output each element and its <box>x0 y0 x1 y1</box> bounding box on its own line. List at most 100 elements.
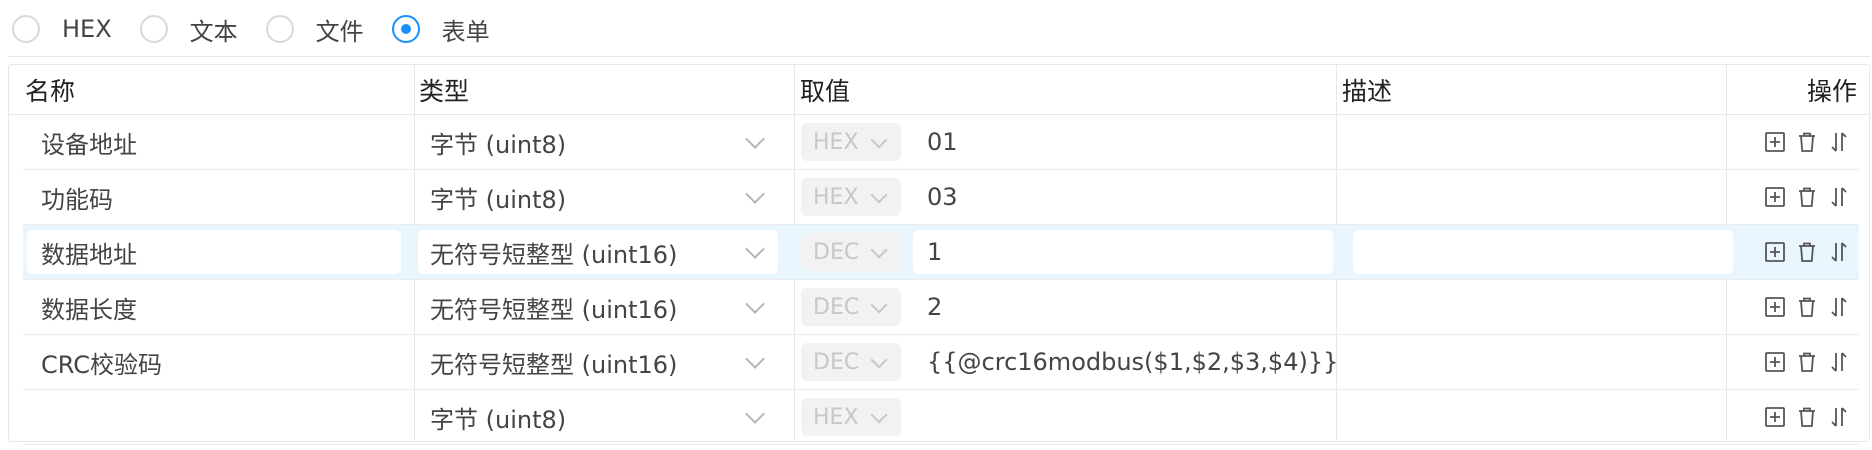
trash-icon[interactable] <box>1795 240 1819 264</box>
chevron-down-icon <box>745 129 765 149</box>
radio-circle-icon[interactable] <box>12 15 40 43</box>
radio-label: 文本 <box>189 17 238 46</box>
table-row: 功能码 字节 (uint8) HEX 03 <box>23 170 1859 225</box>
value-text: 2 <box>927 293 943 321</box>
format-select[interactable]: DEC <box>801 288 901 326</box>
type-value: 字节 (uint8) <box>430 185 567 214</box>
value-input[interactable]: {{@crc16modbus($1,$2,$3,$4)}} <box>913 335 1338 389</box>
row-actions <box>1763 115 1859 169</box>
format-radio-group: HEX 文本 文件 表单 <box>0 0 1872 58</box>
trash-icon[interactable] <box>1795 185 1819 209</box>
name-value: 数据长度 <box>41 295 137 324</box>
format-value: HEX <box>813 129 859 155</box>
sort-icon[interactable] <box>1827 130 1851 154</box>
trash-icon[interactable] <box>1795 350 1819 374</box>
sort-icon[interactable] <box>1827 295 1851 319</box>
radio-text[interactable]: 文本 <box>139 12 238 47</box>
format-value: HEX <box>813 404 859 430</box>
value-input[interactable]: 2 <box>913 280 1333 334</box>
format-value: DEC <box>813 239 860 265</box>
name-value: 设备地址 <box>41 130 137 159</box>
name-input[interactable]: 功能码 <box>27 170 401 224</box>
table-row: CRC校验码 无符号短整型 (uint16) DEC {{@crc16modbu… <box>23 335 1859 390</box>
name-input[interactable]: CRC校验码 <box>27 335 401 389</box>
desc-input[interactable] <box>1353 170 1733 224</box>
value-text: 03 <box>927 183 958 211</box>
chevron-down-icon <box>870 186 888 204</box>
value-text: 01 <box>927 128 958 156</box>
desc-input[interactable] <box>1353 390 1733 444</box>
format-select[interactable]: HEX <box>801 123 901 161</box>
chevron-down-icon <box>870 241 888 259</box>
plus-square-icon[interactable] <box>1763 350 1787 374</box>
trash-icon[interactable] <box>1795 295 1819 319</box>
chevron-down-icon <box>745 294 765 314</box>
chevron-down-icon <box>870 406 888 424</box>
type-value: 无符号短整型 (uint16) <box>430 350 678 379</box>
format-value: DEC <box>813 294 860 320</box>
format-select[interactable]: DEC <box>801 233 901 271</box>
plus-square-icon[interactable] <box>1763 185 1787 209</box>
plus-square-icon[interactable] <box>1763 295 1787 319</box>
chevron-down-icon <box>745 239 765 259</box>
header-ops: 操作 <box>1807 77 1858 106</box>
format-select[interactable]: HEX <box>801 398 901 436</box>
desc-input[interactable] <box>1353 230 1733 274</box>
desc-input[interactable] <box>1353 335 1733 389</box>
value-text: {{@crc16modbus($1,$2,$3,$4)}} <box>927 348 1339 376</box>
type-select[interactable]: 无符号短整型 (uint16) <box>418 335 778 389</box>
table-row: 字节 (uint8) HEX <box>23 390 1859 445</box>
trash-icon[interactable] <box>1795 405 1819 429</box>
type-select[interactable]: 字节 (uint8) <box>418 170 778 224</box>
chevron-down-icon <box>745 349 765 369</box>
row-actions <box>1763 280 1859 334</box>
type-select[interactable]: 字节 (uint8) <box>418 390 778 444</box>
table-row: 数据长度 无符号短整型 (uint16) DEC 2 <box>23 280 1859 335</box>
header-desc: 描述 <box>1342 77 1393 106</box>
plus-square-icon[interactable] <box>1763 405 1787 429</box>
chevron-down-icon <box>870 296 888 314</box>
type-value: 字节 (uint8) <box>430 405 567 434</box>
chevron-down-icon <box>745 404 765 424</box>
type-value: 无符号短整型 (uint16) <box>430 295 678 324</box>
radio-hex[interactable]: HEX <box>12 15 112 43</box>
name-input[interactable]: 设备地址 <box>27 115 401 169</box>
sort-icon[interactable] <box>1827 405 1851 429</box>
plus-square-icon[interactable] <box>1763 130 1787 154</box>
desc-input[interactable] <box>1353 280 1733 334</box>
plus-square-icon[interactable] <box>1763 240 1787 264</box>
name-value: CRC校验码 <box>41 350 162 379</box>
radio-form[interactable]: 表单 <box>391 12 490 47</box>
table-row: 数据地址 无符号短整型 (uint16) DEC 1 <box>23 225 1859 280</box>
sort-icon[interactable] <box>1827 185 1851 209</box>
radio-circle-icon[interactable] <box>139 15 168 43</box>
form-table: 名称 类型 取值 描述 操作 设备地址 字节 (uint8) HEX 01 功能… <box>8 64 1870 445</box>
value-input[interactable]: 03 <box>913 170 1333 224</box>
radio-circle-icon[interactable] <box>265 15 294 43</box>
value-input[interactable]: 1 <box>913 230 1333 274</box>
name-input[interactable]: 数据地址 <box>27 230 401 274</box>
chevron-down-icon <box>745 184 765 204</box>
name-input[interactable] <box>27 390 401 444</box>
radio-label: HEX <box>62 15 112 43</box>
row-actions <box>1763 170 1859 224</box>
header-value: 取值 <box>800 77 851 106</box>
sort-icon[interactable] <box>1827 240 1851 264</box>
type-select[interactable]: 字节 (uint8) <box>418 115 778 169</box>
trash-icon[interactable] <box>1795 130 1819 154</box>
radio-file[interactable]: 文件 <box>265 12 364 47</box>
value-input[interactable]: 01 <box>913 115 1333 169</box>
format-select[interactable]: DEC <box>801 343 901 381</box>
type-select[interactable]: 无符号短整型 (uint16) <box>418 280 778 334</box>
row-actions <box>1763 390 1859 444</box>
type-select[interactable]: 无符号短整型 (uint16) <box>418 230 778 274</box>
sort-icon[interactable] <box>1827 350 1851 374</box>
value-input[interactable] <box>913 390 1333 444</box>
desc-input[interactable] <box>1353 115 1733 169</box>
radio-circle-checked-icon[interactable] <box>391 15 420 43</box>
header-name: 名称 <box>25 77 76 106</box>
name-input[interactable]: 数据长度 <box>27 280 401 334</box>
value-text: 1 <box>927 238 943 266</box>
table-header: 名称 类型 取值 描述 操作 <box>9 65 1869 115</box>
format-select[interactable]: HEX <box>801 178 901 216</box>
